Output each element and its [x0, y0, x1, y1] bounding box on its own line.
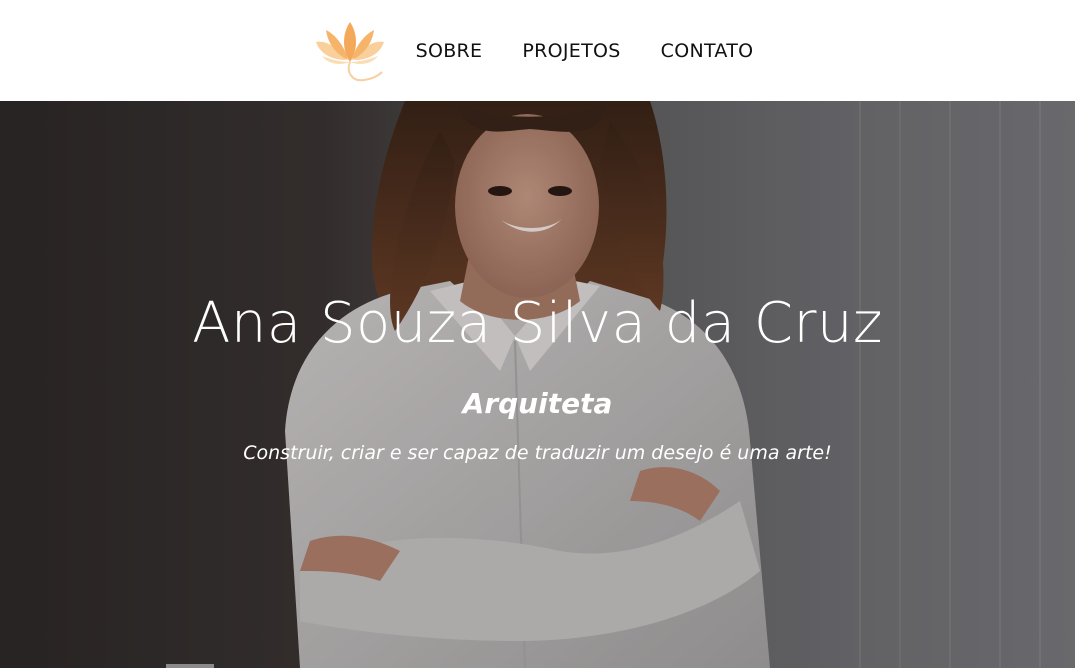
hero-name: Ana Souza Silva da Cruz [192, 291, 883, 356]
nav-item-projetos[interactable]: PROJETOS [522, 40, 620, 62]
logo[interactable] [310, 16, 390, 86]
site-header: SOBRE PROJETOS CONTATO [0, 0, 1075, 101]
scroll-indicator [166, 664, 214, 668]
nav-item-sobre[interactable]: SOBRE [416, 40, 483, 62]
hero-section: Ana Souza Silva da Cruz Arquiteta Constr… [0, 101, 1075, 668]
nav-item-contato[interactable]: CONTATO [661, 40, 754, 62]
lotus-flower-icon [315, 21, 384, 81]
hero-tagline: Construir, criar e ser capaz de traduzir… [243, 442, 832, 464]
nav-wrapper: SOBRE PROJETOS CONTATO [310, 16, 774, 86]
hero-text-block: Ana Souza Silva da Cruz Arquiteta Constr… [0, 101, 1075, 668]
main-nav: SOBRE PROJETOS CONTATO [396, 40, 774, 62]
hero-role: Arquiteta [462, 387, 613, 420]
